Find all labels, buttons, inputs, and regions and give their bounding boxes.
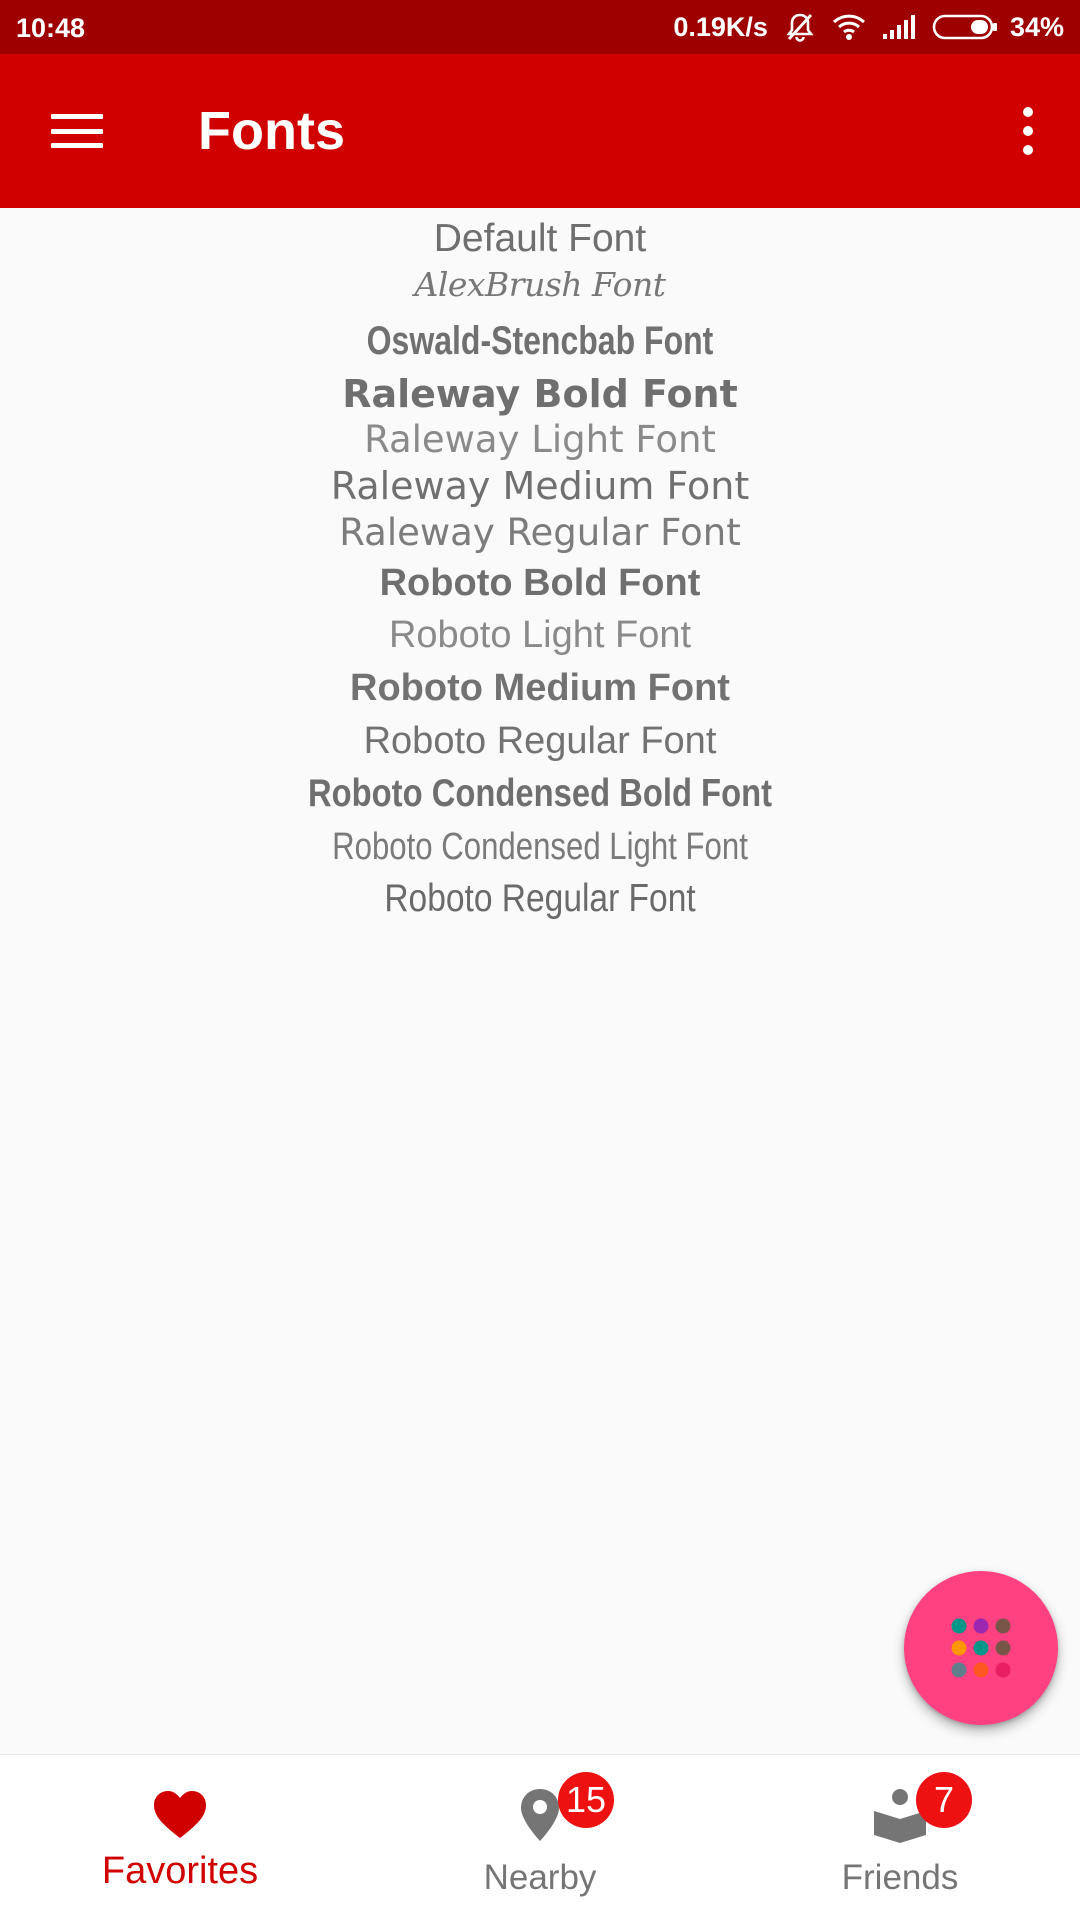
hamburger-menu-icon[interactable]: [30, 94, 124, 168]
font-item-raleway-medium: Raleway Medium Font: [330, 464, 750, 508]
dot-grid-icon: [951, 1618, 1011, 1678]
font-item-roboto-bold: Roboto Bold Font: [379, 562, 701, 604]
fab-dot: [973, 1662, 989, 1678]
signal-icon: [882, 14, 916, 40]
battery-indicator: 34%: [932, 12, 1064, 43]
bottom-nav: Favorites 15 Nearby 7 Friends: [0, 1754, 1080, 1921]
nav-item-friends[interactable]: 7 Friends: [720, 1755, 1080, 1921]
font-item-raleway-regular: Raleway Regular Font: [339, 511, 741, 554]
fab-dot: [951, 1618, 967, 1634]
fab-dot: [973, 1640, 989, 1656]
font-item-raleway-bold: Raleway Bold Font: [342, 372, 738, 416]
nearby-badge: 15: [558, 1772, 614, 1828]
fab-dot: [951, 1640, 967, 1656]
heart-icon: [154, 1791, 206, 1838]
font-item-roboto-light: Roboto Light Font: [388, 614, 692, 656]
status-time: 10:48: [16, 13, 86, 43]
app-bar: Fonts: [0, 54, 1080, 208]
page-title: Fonts: [198, 101, 345, 161]
friends-badge: 7: [916, 1772, 972, 1828]
fab-dot: [995, 1618, 1011, 1634]
font-item-roboto-regular: Roboto Regular Font: [363, 720, 717, 762]
status-icons: 0.19K/s 34%: [673, 9, 1064, 45]
wifi-icon: [832, 13, 866, 41]
font-item-oswald-stencbab: Oswald-Stencbab Font: [366, 319, 714, 363]
nav-label-friends: Friends: [841, 1858, 959, 1897]
battery-percent: 34%: [1009, 11, 1064, 42]
nav-label-nearby: Nearby: [483, 1858, 597, 1897]
fab-dot: [995, 1662, 1011, 1678]
fab-button[interactable]: [904, 1571, 1058, 1725]
fab-dot: [973, 1618, 989, 1634]
font-item-roboto-medium: Roboto Medium Font: [350, 667, 730, 709]
muted-bell-icon: [784, 11, 816, 43]
battery-icon: [932, 14, 997, 40]
nav-item-nearby[interactable]: 15 Nearby: [360, 1755, 720, 1921]
font-item-raleway-light: Raleway Light Font: [364, 418, 716, 461]
font-item-roboto-condensed-light: Roboto Condensed Light Font: [332, 826, 748, 868]
nav-label-favorites: Favorites: [101, 1850, 259, 1892]
nav-item-favorites[interactable]: Favorites: [0, 1755, 360, 1921]
status-bar: 10:48 0.19K/s 34%: [0, 0, 1080, 54]
font-item-default: Default Font: [433, 217, 647, 260]
font-item-roboto-condensed-regular: Roboto Regular Font: [384, 877, 696, 920]
more-vert-icon[interactable]: [1000, 94, 1056, 168]
network-speed: 0.19K/s: [673, 11, 768, 42]
font-item-roboto-condensed-bold: Roboto Condensed Bold Font: [307, 772, 773, 815]
font-item-alexbrush: AlexBrush Font: [414, 265, 666, 304]
fab-dot: [951, 1662, 967, 1678]
fab-dot: [995, 1640, 1011, 1656]
